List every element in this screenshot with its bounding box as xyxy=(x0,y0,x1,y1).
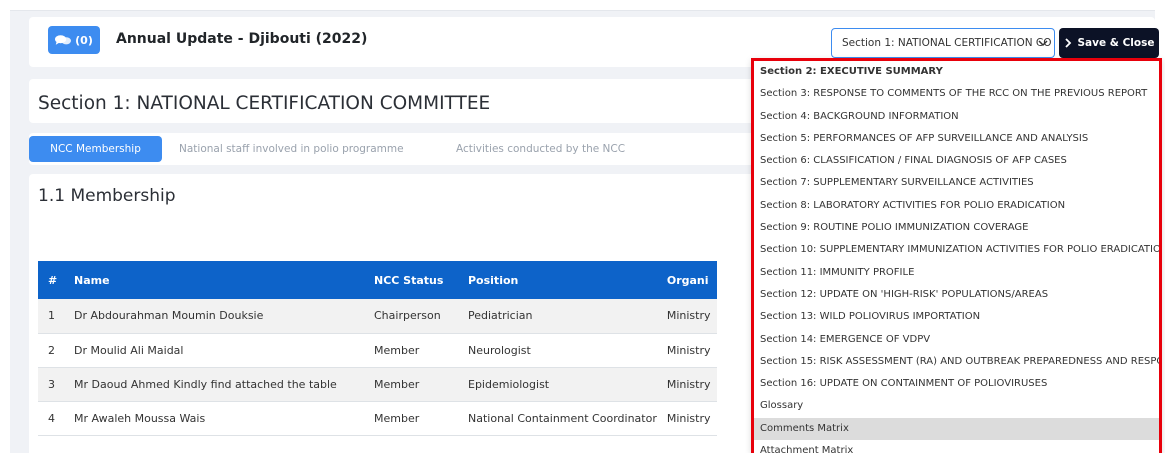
save-close-button[interactable]: Save & Close xyxy=(1059,28,1159,58)
row-number: 1 xyxy=(38,299,64,334)
comments-button[interactable]: (0) xyxy=(48,26,100,54)
table-row[interactable]: 2 Dr Moulid Ali Maidal Member Neurologis… xyxy=(38,333,717,368)
dropdown-option-section-8[interactable]: Section 8: LABORATORY ACTIVITIES FOR POL… xyxy=(754,195,1159,217)
member-status: Chairperson xyxy=(364,299,458,334)
tab-ncc-membership[interactable]: NCC Membership xyxy=(29,136,162,162)
chevron-right-icon xyxy=(1064,38,1071,48)
row-number: 4 xyxy=(38,401,64,436)
dropdown-option-section-6[interactable]: Section 6: CLASSIFICATION / FINAL DIAGNO… xyxy=(754,150,1159,172)
comments-count: (0) xyxy=(75,33,93,47)
member-status: Member xyxy=(364,333,458,368)
row-number: 3 xyxy=(38,367,64,402)
member-name: Mr Awaleh Moussa Wais xyxy=(64,401,364,436)
dropdown-option-section-2[interactable]: Section 2: EXECUTIVE SUMMARY xyxy=(754,61,1159,83)
page-title: Annual Update - Djibouti (2022) xyxy=(116,31,368,47)
dropdown-option-comments-matrix[interactable]: Comments Matrix xyxy=(754,417,1159,441)
dropdown-option-glossary[interactable]: Glossary xyxy=(754,395,1159,417)
member-name: Dr Moulid Ali Maidal xyxy=(64,333,364,368)
chevron-down-icon xyxy=(1038,40,1048,47)
member-organization: Ministry xyxy=(656,333,717,368)
member-name: Mr Daoud Ahmed Kindly find attached the … xyxy=(64,367,364,402)
dropdown-option-section-15[interactable]: Section 15: RISK ASSESSMENT (RA) AND OUT… xyxy=(754,351,1159,373)
member-organization: Ministry xyxy=(656,401,717,436)
column-header-name: Name xyxy=(74,273,110,287)
section-select-value: Section 1: NATIONAL CERTIFICATION CO xyxy=(842,37,1052,49)
member-organization: Ministry xyxy=(656,367,717,402)
member-status: Member xyxy=(364,367,458,402)
member-name: Dr Abdourahman Moumin Douksie xyxy=(64,299,364,334)
section-title: Section 1: NATIONAL CERTIFICATION COMMIT… xyxy=(38,93,491,114)
tab-activities[interactable]: Activities conducted by the NCC xyxy=(456,136,625,162)
section-dropdown-list: Section 2: EXECUTIVE SUMMARY Section 3: … xyxy=(751,58,1162,453)
dropdown-option-section-7[interactable]: Section 7: SUPPLEMENTARY SURVEILLANCE AC… xyxy=(754,172,1159,194)
dropdown-option-section-5[interactable]: Section 5: PERFORMANCES OF AFP SURVEILLA… xyxy=(754,128,1159,150)
member-position: Pediatrician xyxy=(458,299,657,334)
membership-title: 1.1 Membership xyxy=(38,186,176,206)
dropdown-option-attachment-matrix[interactable]: Attachment Matrix xyxy=(754,440,1159,453)
column-header-position: Position xyxy=(468,273,519,287)
member-position: Neurologist xyxy=(458,333,657,368)
table-row[interactable]: 3 Mr Daoud Ahmed Kindly find attached th… xyxy=(38,367,717,402)
membership-table: # Name NCC Status Position Organi 1 Dr A… xyxy=(38,261,717,436)
member-status: Member xyxy=(364,401,458,436)
row-number: 2 xyxy=(38,333,64,368)
dropdown-option-section-3[interactable]: Section 3: RESPONSE TO COMMENTS OF THE R… xyxy=(754,83,1159,105)
tab-national-staff[interactable]: National staff involved in polio program… xyxy=(179,136,404,162)
dropdown-option-section-13[interactable]: Section 13: WILD POLIOVIRUS IMPORTATION xyxy=(754,306,1159,328)
dropdown-option-section-14[interactable]: Section 14: EMERGENCE OF VDPV xyxy=(754,329,1159,351)
column-header-status: NCC Status xyxy=(374,273,444,287)
member-position: National Containment Coordinator xyxy=(458,401,657,436)
dropdown-option-section-11[interactable]: Section 11: IMMUNITY PROFILE xyxy=(754,262,1159,284)
section-select[interactable]: Section 1: NATIONAL CERTIFICATION CO xyxy=(831,28,1055,58)
member-organization: Ministry xyxy=(656,299,717,334)
save-close-label: Save & Close xyxy=(1077,37,1155,49)
table-row[interactable]: 4 Mr Awaleh Moussa Wais Member National … xyxy=(38,401,717,436)
dropdown-option-section-16[interactable]: Section 16: UPDATE ON CONTAINMENT OF POL… xyxy=(754,373,1159,395)
member-position: Epidemiologist xyxy=(458,367,657,402)
dropdown-option-section-12[interactable]: Section 12: UPDATE ON 'HIGH-RISK' POPULA… xyxy=(754,284,1159,306)
table-row[interactable]: 1 Dr Abdourahman Moumin Douksie Chairper… xyxy=(38,299,717,334)
dropdown-option-section-9[interactable]: Section 9: ROUTINE POLIO IMMUNIZATION CO… xyxy=(754,217,1159,239)
dropdown-option-section-10[interactable]: Section 10: SUPPLEMENTARY IMMUNIZATION A… xyxy=(754,239,1159,261)
column-header-organization: Organi xyxy=(666,273,709,287)
column-header-number: # xyxy=(48,273,58,287)
dropdown-option-section-4[interactable]: Section 4: BACKGROUND INFORMATION xyxy=(754,106,1159,128)
table-header-row: # Name NCC Status Position Organi xyxy=(38,261,717,299)
chat-bubbles-icon xyxy=(55,35,72,45)
